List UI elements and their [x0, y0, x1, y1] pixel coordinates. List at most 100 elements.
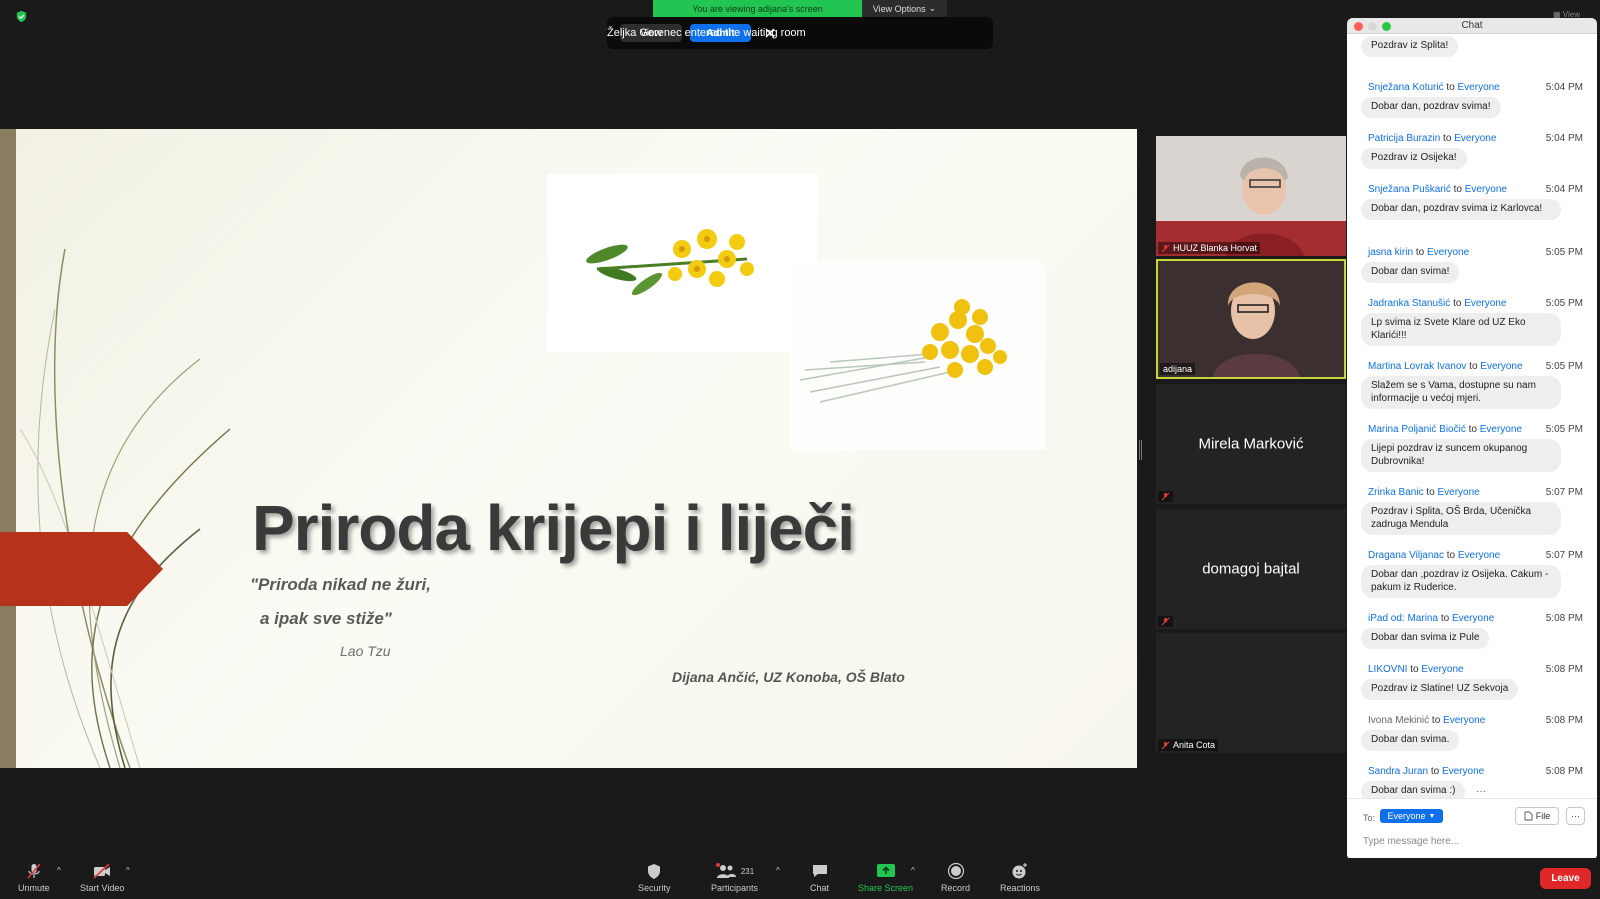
video-tile-active-speaker[interactable]: adijana [1156, 259, 1346, 379]
chat-message-input[interactable] [1363, 833, 1583, 849]
chat-message-header: Martina Lovrak Ivanov to Everyone [1368, 361, 1523, 372]
chat-message-header: iPad od: Marina to Everyone [1368, 613, 1494, 624]
flower-image-hypericum [547, 174, 817, 352]
muted-mic-icon [1161, 492, 1170, 501]
viewing-banner: You are viewing adijana's screen View Op… [653, 0, 947, 17]
muted-mic-icon [1161, 741, 1170, 749]
record-icon [947, 862, 964, 880]
chat-to-word: to [1426, 487, 1435, 498]
chat-sender[interactable]: Marina Poljanić Biočić [1368, 424, 1466, 435]
meeting-toolbar: Unmute ^ Start Video ^ Security 231 Part… [0, 858, 1600, 899]
chat-sender[interactable]: iPad od: Marina [1368, 613, 1438, 624]
chat-to-word: to [1453, 298, 1462, 309]
chat-sender[interactable]: jasna kirin [1368, 247, 1413, 258]
chat-message-bubble: Slažem se s Vama, dostupne su nam inform… [1361, 376, 1561, 409]
chat-message-header: Ivona Mekinić to Everyone [1368, 715, 1485, 726]
view-options-label: View Options [872, 3, 926, 14]
chevron-down-icon: ⌄ [928, 3, 937, 13]
chat-sender[interactable]: Patricija Burazin [1368, 133, 1440, 144]
chat-time: 5:05 PM [1545, 361, 1583, 372]
muted-microphone-icon [27, 863, 41, 879]
chat-sender[interactable]: LIKOVNI [1368, 664, 1407, 675]
chat-sender[interactable]: Zrinka Banic [1368, 487, 1424, 498]
unmute-button[interactable]: Unmute [18, 862, 50, 893]
video-tile[interactable]: Mirela Marković [1156, 384, 1346, 504]
chat-message-bubble: Pozdrav i Splita, OŠ Brda, Učenička zadr… [1361, 502, 1561, 535]
chat-message-header: Patricija Burazin to Everyone [1368, 133, 1496, 144]
video-options-caret-icon[interactable]: ^ [126, 866, 130, 875]
resize-handle[interactable] [1139, 440, 1142, 460]
leave-button[interactable]: Leave [1540, 868, 1591, 889]
message-more-options[interactable]: ··· [1476, 786, 1486, 797]
chat-time: 5:08 PM [1545, 766, 1583, 777]
share-screen-icon [876, 864, 895, 877]
viewing-status-text: You are viewing adijana's screen [653, 0, 862, 17]
file-button-label: File [1535, 811, 1551, 821]
video-tile[interactable]: domagoj bajtal [1156, 509, 1346, 629]
recipient-select[interactable]: Everyone ▼ [1380, 809, 1443, 823]
chat-message-bubble: Dobar dan svima iz Pule [1361, 628, 1490, 649]
chat-message-bubble: Dobar dan, pozdrav svima iz Karlovca! [1361, 199, 1561, 220]
chat-label: Chat [810, 883, 830, 893]
chat-time: 5:07 PM [1545, 550, 1583, 561]
video-tile[interactable]: Anita Cota [1156, 633, 1346, 753]
participants-button[interactable]: 231 Participants [711, 862, 758, 893]
chat-time: 5:04 PM [1545, 82, 1583, 93]
chat-sender[interactable]: Ivona Mekinić [1368, 715, 1429, 726]
record-label: Record [941, 883, 971, 893]
audio-options-caret-icon[interactable]: ^ [57, 866, 61, 875]
share-options-caret-icon[interactable]: ^ [911, 866, 915, 875]
chat-time: 5:08 PM [1545, 715, 1583, 726]
chevron-down-icon: ▼ [1428, 812, 1436, 820]
participants-icon [715, 863, 736, 878]
chat-message-list[interactable]: Pozdrav iz Splita! Snježana Koturić to E… [1347, 34, 1597, 809]
flower-image-helichrysum [790, 262, 1045, 450]
chat-recipient: Everyone [1426, 247, 1470, 258]
record-button[interactable]: Record [941, 862, 970, 893]
start-video-button[interactable]: Start Video [80, 862, 124, 893]
video-tile[interactable]: HUUZ Blanka Horvat [1156, 136, 1346, 256]
chat-time: 5:05 PM [1545, 247, 1583, 258]
chat-recipient: Everyone [1457, 82, 1500, 93]
smiley-icon [1012, 863, 1028, 879]
participants-options-caret-icon[interactable]: ^ [776, 866, 780, 875]
participant-name-tag: Anita Cota [1158, 739, 1219, 751]
chat-to-word: to [1468, 424, 1477, 435]
maximize-window-icon[interactable] [1382, 22, 1391, 31]
chat-to-word: to [1446, 550, 1456, 561]
chat-sender[interactable]: Jadranka Stanušić [1368, 298, 1450, 309]
security-shield-icon [648, 863, 661, 879]
chat-message-header: LIKOVNI to Everyone [1368, 664, 1464, 675]
shared-screen: Priroda krijepi i liječi "Priroda nikad … [0, 129, 1137, 768]
chat-to-word: to [1440, 613, 1450, 624]
unmute-label: Unmute [18, 883, 50, 893]
chat-message-bubble: Dobar dan svima! [1361, 262, 1460, 283]
chat-message-header: Marina Poljanić Biočić to Everyone [1368, 424, 1522, 435]
chat-button[interactable]: Chat [810, 862, 829, 893]
close-window-icon[interactable] [1354, 22, 1363, 31]
participant-name: Anita Cota [1173, 740, 1216, 750]
participant-name: HUUZ Blanka Horvat [1173, 243, 1258, 253]
file-button[interactable]: File [1515, 807, 1559, 825]
view-options-button[interactable]: View Options ⌄ [862, 0, 947, 17]
chat-more-button[interactable]: ··· [1566, 807, 1585, 825]
chat-message-header: Snježana Koturić to Everyone [1368, 82, 1500, 93]
chat-sender[interactable]: Dragana Viljanac [1368, 550, 1444, 561]
chat-message-bubble: Pozdrav iz Splita! [1361, 36, 1459, 57]
chat-sender[interactable]: Sandra Juran [1368, 766, 1428, 777]
zoom-window: You are viewing adijana's screen View Op… [0, 0, 1600, 899]
share-screen-button[interactable]: Share Screen [858, 862, 913, 893]
security-button[interactable]: Security [638, 862, 671, 893]
reactions-button[interactable]: Reactions [1000, 862, 1040, 893]
chat-recipient: Everyone [1437, 487, 1480, 498]
chat-sender[interactable]: Snježana Puškarić [1368, 184, 1451, 195]
chat-message-bubble: Lp svima iz Svete Klare od UZ Eko Klarić… [1361, 313, 1561, 346]
chat-sender[interactable]: Martina Lovrak Ivanov [1368, 361, 1466, 372]
shield-icon[interactable] [15, 10, 28, 23]
chat-sender[interactable]: Snježana Koturić [1368, 82, 1444, 93]
chat-time: 5:04 PM [1545, 184, 1583, 195]
start-video-label: Start Video [80, 883, 125, 893]
minimize-window-icon[interactable] [1368, 22, 1377, 31]
chat-title: Chat [1461, 20, 1483, 31]
chat-recipient: Everyone [1454, 133, 1497, 144]
